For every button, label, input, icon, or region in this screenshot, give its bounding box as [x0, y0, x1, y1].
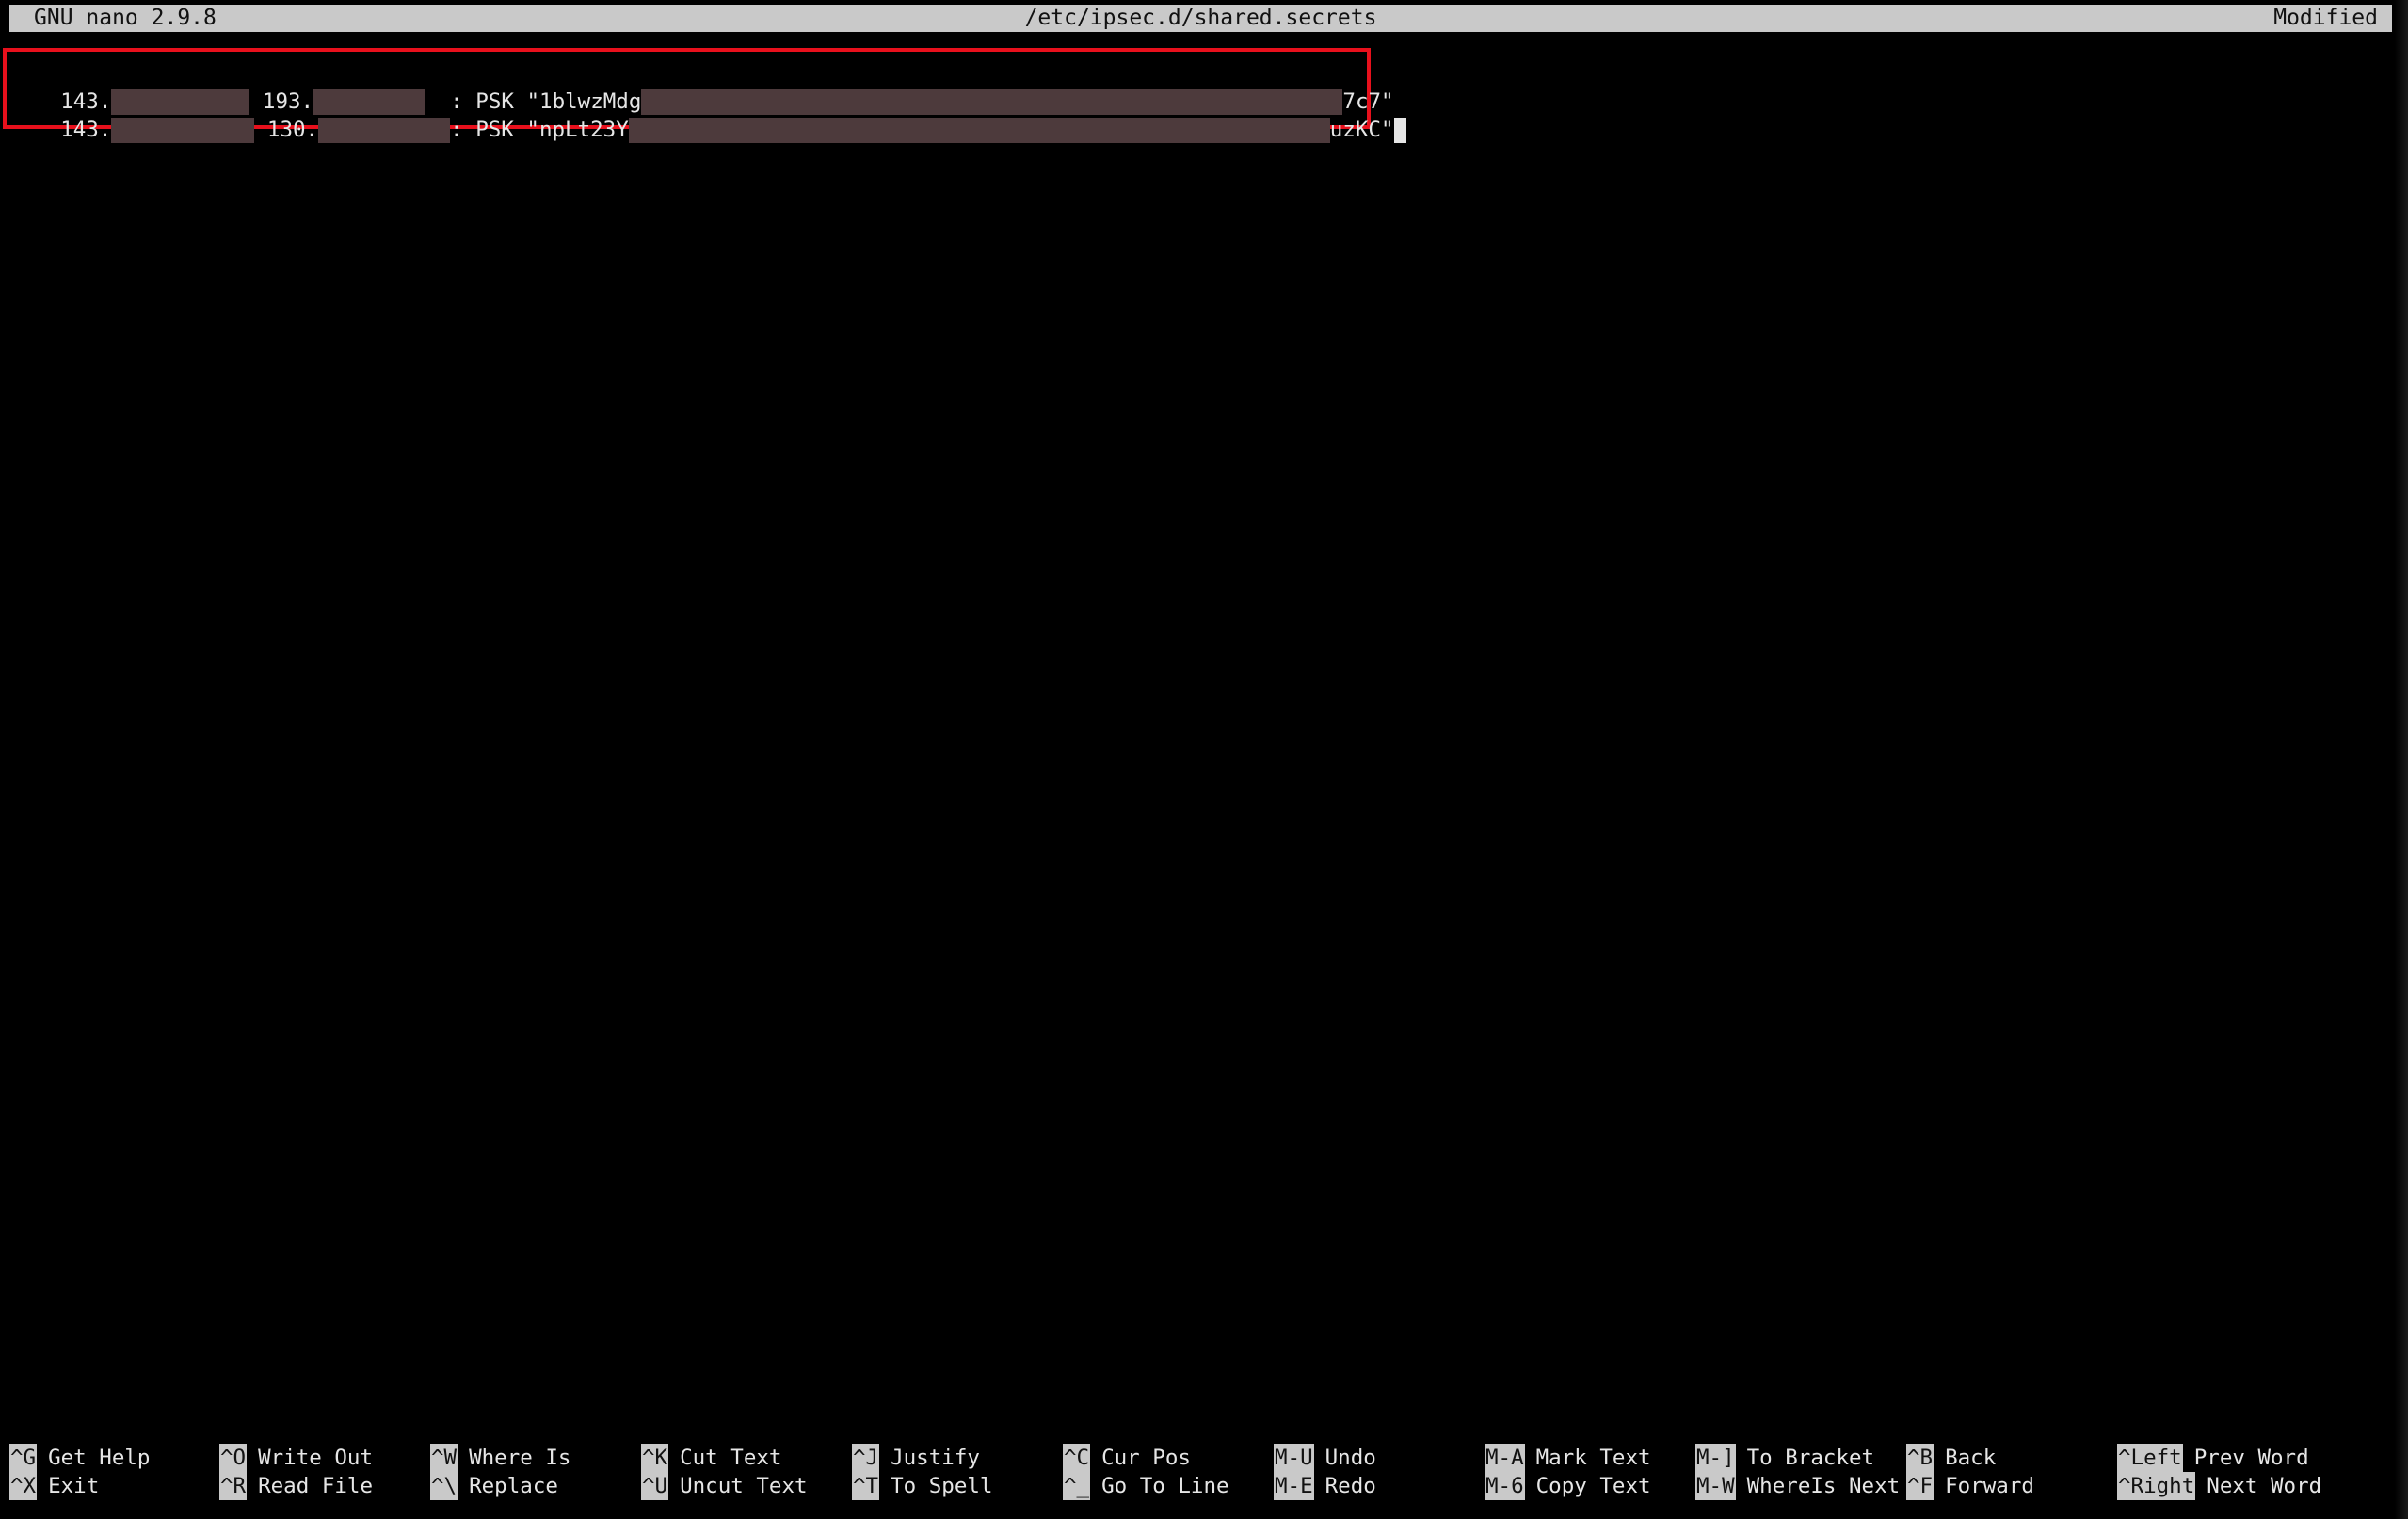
- shortcut-key: ^J: [852, 1444, 880, 1472]
- shortcut-key: ^O: [219, 1444, 248, 1472]
- shortcut-key: ^Left: [2117, 1444, 2183, 1472]
- shortcut-label: To Spell: [891, 1474, 993, 1498]
- shortcut-write-out[interactable]: ^O Write Out: [219, 1444, 373, 1472]
- shortcut-key: ^R: [219, 1472, 248, 1500]
- shortcut-next-word[interactable]: ^Right Next Word: [2117, 1472, 2321, 1500]
- shortcut-key: M-]: [1695, 1444, 1736, 1472]
- shortcut-label: Uncut Text: [680, 1474, 808, 1498]
- shortcut-copy-text[interactable]: M-6 Copy Text: [1485, 1472, 1651, 1500]
- shortcut-label: Forward: [1945, 1474, 2034, 1498]
- ip1-prefix: 143.: [60, 118, 112, 142]
- shortcut-uncut-text[interactable]: ^U Uncut Text: [641, 1472, 808, 1500]
- shortcut-label: To Bracket: [1746, 1446, 1875, 1470]
- shortcut-label: Where Is: [469, 1446, 571, 1470]
- shortcut-label: Justify: [891, 1446, 980, 1470]
- redacted-block: [318, 118, 451, 143]
- shortcut-go-to-line[interactable]: ^_ Go To Line: [1063, 1472, 1229, 1500]
- shortcut-prev-word[interactable]: ^Left Prev Word: [2117, 1444, 2309, 1472]
- shortcut-label: Prev Word: [2193, 1446, 2309, 1470]
- shortcut-where-is[interactable]: ^W Where Is: [430, 1444, 570, 1472]
- window-edge-shadow: [2395, 0, 2408, 1519]
- shortcut-label: Exit: [48, 1474, 100, 1498]
- shortcut-label: Read File: [258, 1474, 374, 1498]
- secret-line-1[interactable]: 143. 193. : PSK "1blwzMdg 7c7": [9, 59, 1394, 115]
- shortcut-key: ^_: [1063, 1472, 1091, 1500]
- shortcut-label: Back: [1945, 1446, 1997, 1470]
- shortcut-redo[interactable]: M-E Redo: [1274, 1472, 1376, 1500]
- shortcut-forward[interactable]: ^F Forward: [1906, 1472, 2034, 1500]
- shortcut-key: ^F: [1906, 1472, 1934, 1500]
- shortcut-to-spell[interactable]: ^T To Spell: [852, 1472, 992, 1500]
- shortcut-key: M-E: [1274, 1472, 1314, 1500]
- shortcut-read-file[interactable]: ^R Read File: [219, 1472, 373, 1500]
- shortcut-key: ^C: [1063, 1444, 1091, 1472]
- shortcut-key: ^X: [9, 1472, 38, 1500]
- shortcut-label: Get Help: [48, 1446, 151, 1470]
- text-cursor: [1393, 118, 1406, 143]
- shortcut-key: ^G: [9, 1444, 38, 1472]
- psk-start: npLt23Y: [538, 118, 629, 142]
- shortcut-key: M-U: [1274, 1444, 1314, 1472]
- secret-line-2[interactable]: 143. 130. : PSK "npLt23Y uzKC": [9, 88, 1406, 143]
- shortcut-label: Go To Line: [1101, 1474, 1229, 1498]
- shortcut-label: Redo: [1324, 1474, 1376, 1498]
- shortcut-key: ^\: [430, 1472, 458, 1500]
- shortcut-key: ^K: [641, 1444, 669, 1472]
- terminal-window: GNU nano 2.9.8 /etc/ipsec.d/shared.secre…: [0, 0, 2408, 1519]
- shortcut-get-help[interactable]: ^G Get Help: [9, 1444, 150, 1472]
- shortcut-label: Cur Pos: [1101, 1446, 1191, 1470]
- shortcut-to-bracket[interactable]: M-] To Bracket: [1695, 1444, 1874, 1472]
- shortcut-key: ^W: [430, 1444, 458, 1472]
- shortcut-back[interactable]: ^B Back: [1906, 1444, 1996, 1472]
- shortcut-label: Write Out: [258, 1446, 374, 1470]
- shortcut-label: Next Word: [2207, 1474, 2322, 1498]
- redacted-block: [628, 118, 1330, 143]
- shortcut-label: Copy Text: [1535, 1474, 1651, 1498]
- shortcut-key: ^T: [852, 1472, 880, 1500]
- file-path: /etc/ipsec.d/shared.secrets: [1024, 6, 1377, 30]
- shortcut-cut-text[interactable]: ^K Cut Text: [641, 1444, 781, 1472]
- shortcut-mark-text[interactable]: M-A Mark Text: [1485, 1444, 1651, 1472]
- shortcut-whereis-next[interactable]: M-W WhereIs Next: [1695, 1472, 1900, 1500]
- shortcut-label: Undo: [1324, 1446, 1376, 1470]
- shortcut-label: Replace: [469, 1474, 558, 1498]
- shortcut-cur-pos[interactable]: ^C Cur Pos: [1063, 1444, 1191, 1472]
- shortcut-key: M-A: [1485, 1444, 1525, 1472]
- shortcut-key: ^U: [641, 1472, 669, 1500]
- shortcut-label: Cut Text: [680, 1446, 782, 1470]
- nano-title-bar: GNU nano 2.9.8 /etc/ipsec.d/shared.secre…: [9, 5, 2392, 32]
- shortcut-key: ^Right: [2117, 1472, 2196, 1500]
- shortcut-label: WhereIs Next: [1746, 1474, 1901, 1498]
- shortcut-key: M-W: [1695, 1472, 1736, 1500]
- modified-status: Modified: [2273, 6, 2378, 30]
- ip2-prefix: 130.: [266, 118, 319, 142]
- redacted-block: [111, 118, 255, 143]
- shortcut-key: M-6: [1485, 1472, 1525, 1500]
- shortcut-label: Mark Text: [1535, 1446, 1651, 1470]
- psk-end: uzKC": [1329, 118, 1394, 142]
- psk-separator: : PSK ": [450, 118, 539, 142]
- shortcut-justify[interactable]: ^J Justify: [852, 1444, 980, 1472]
- shortcut-undo[interactable]: M-U Undo: [1274, 1444, 1376, 1472]
- shortcut-replace[interactable]: ^\ Replace: [430, 1472, 558, 1500]
- shortcut-key: ^B: [1906, 1444, 1934, 1472]
- shortcut-exit[interactable]: ^X Exit: [9, 1472, 99, 1500]
